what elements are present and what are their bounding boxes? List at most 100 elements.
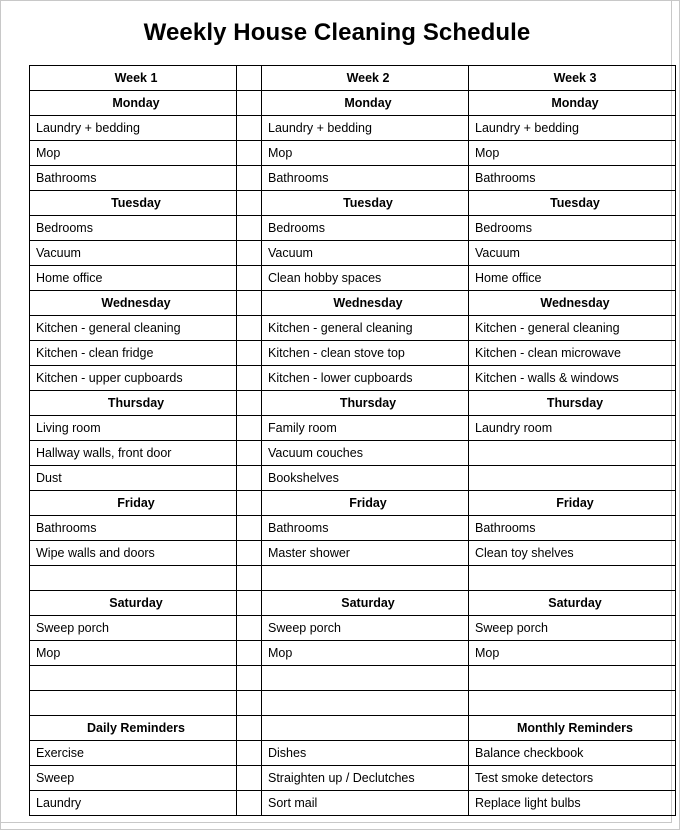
- task-cell[interactable]: Laundry: [29, 790, 237, 816]
- task-cell[interactable]: Bathrooms: [261, 165, 469, 191]
- section-header-row: Friday Friday Friday: [29, 490, 676, 516]
- task-cell[interactable]: Mop: [29, 140, 237, 166]
- task-cell[interactable]: Vacuum couches: [261, 440, 469, 466]
- task-cell[interactable]: Bathrooms: [29, 515, 237, 541]
- task-cell[interactable]: Home office: [468, 265, 676, 291]
- task-cell[interactable]: Wipe walls and doors: [29, 540, 237, 566]
- task-cell[interactable]: Sweep porch: [261, 615, 469, 641]
- empty-task-cell[interactable]: [468, 440, 676, 466]
- day-header-tuesday-week3: Tuesday: [468, 190, 676, 216]
- task-cell[interactable]: Vacuum: [468, 240, 676, 266]
- task-cell[interactable]: Sweep: [29, 765, 237, 791]
- task-cell[interactable]: Living room: [29, 415, 237, 441]
- task-cell[interactable]: Bookshelves: [261, 465, 469, 491]
- task-cell[interactable]: Clean hobby spaces: [261, 265, 469, 291]
- task-cell[interactable]: Master shower: [261, 540, 469, 566]
- task-cell[interactable]: Laundry + bedding: [29, 115, 237, 141]
- empty-task-cell[interactable]: [261, 565, 469, 591]
- task-cell[interactable]: Exercise: [29, 740, 237, 766]
- task-cell[interactable]: Bedrooms: [261, 215, 469, 241]
- task-cell[interactable]: Laundry + bedding: [261, 115, 469, 141]
- task-cell[interactable]: Dishes: [261, 740, 469, 766]
- empty-task-cell[interactable]: [468, 465, 676, 491]
- column-separator: [236, 290, 262, 316]
- empty-task-cell[interactable]: [29, 565, 237, 591]
- task-cell[interactable]: Laundry + bedding: [468, 115, 676, 141]
- column-separator: [236, 240, 262, 266]
- task-cell[interactable]: Bathrooms: [468, 515, 676, 541]
- task-cell[interactable]: Vacuum: [261, 240, 469, 266]
- task-cell[interactable]: Bathrooms: [468, 165, 676, 191]
- task-cell[interactable]: Vacuum: [29, 240, 237, 266]
- task-cell[interactable]: Kitchen - clean microwave: [468, 340, 676, 366]
- empty-task-cell[interactable]: [29, 690, 237, 716]
- task-cell[interactable]: Kitchen - clean stove top: [261, 340, 469, 366]
- task-row: Living room Family room Laundry room: [29, 415, 676, 441]
- document-page: Weekly House Cleaning Schedule Week 1 We…: [0, 0, 680, 830]
- task-cell[interactable]: Bathrooms: [261, 515, 469, 541]
- column-separator: [236, 515, 262, 541]
- day-header-monday-week3: Monday: [468, 90, 676, 116]
- task-row: Bathrooms Bathrooms Bathrooms: [29, 515, 676, 541]
- task-cell[interactable]: Bedrooms: [29, 215, 237, 241]
- task-cell[interactable]: Dust: [29, 465, 237, 491]
- column-separator: [236, 115, 262, 141]
- task-row: Bedrooms Bedrooms Bedrooms: [29, 215, 676, 241]
- column-separator: [236, 365, 262, 391]
- task-cell[interactable]: Sweep porch: [468, 615, 676, 641]
- task-cell[interactable]: Straighten up / Declutches: [261, 765, 469, 791]
- task-cell[interactable]: Balance checkbook: [468, 740, 676, 766]
- day-header-monday-week2: Monday: [261, 90, 469, 116]
- task-cell[interactable]: Mop: [29, 640, 237, 666]
- column-separator: [236, 65, 262, 91]
- column-separator: [236, 640, 262, 666]
- empty-task-cell[interactable]: [261, 665, 469, 691]
- week-header-row: Week 1 Week 2 Week 3: [29, 65, 676, 91]
- column-separator: [236, 265, 262, 291]
- day-header-saturday-week2: Saturday: [261, 590, 469, 616]
- task-cell[interactable]: Clean toy shelves: [468, 540, 676, 566]
- empty-task-cell[interactable]: [29, 665, 237, 691]
- task-row: Dust Bookshelves: [29, 465, 676, 491]
- empty-task-cell[interactable]: [468, 690, 676, 716]
- page-title: Weekly House Cleaning Schedule: [143, 19, 531, 46]
- task-cell[interactable]: Hallway walls, front door: [29, 440, 237, 466]
- task-cell[interactable]: Mop: [261, 140, 469, 166]
- column-separator: [236, 340, 262, 366]
- task-cell[interactable]: Bedrooms: [468, 215, 676, 241]
- task-cell[interactable]: Mop: [468, 640, 676, 666]
- task-cell[interactable]: Kitchen - upper cupboards: [29, 365, 237, 391]
- task-cell[interactable]: Mop: [468, 140, 676, 166]
- task-cell[interactable]: Kitchen - clean fridge: [29, 340, 237, 366]
- task-cell[interactable]: Laundry room: [468, 415, 676, 441]
- task-row: Sweep Straighten up / Declutches Test smok…: [29, 765, 676, 791]
- task-cell[interactable]: Kitchen - walls & windows: [468, 365, 676, 391]
- task-cell[interactable]: Sort mail: [261, 790, 469, 816]
- task-cell[interactable]: Kitchen - general cleaning: [29, 315, 237, 341]
- empty-task-cell[interactable]: [468, 665, 676, 691]
- day-header-friday-week3: Friday: [468, 490, 676, 516]
- task-row: Sweep porch Sweep porch Sweep porch: [29, 615, 676, 641]
- task-cell[interactable]: Kitchen - general cleaning: [468, 315, 676, 341]
- column-separator: [236, 690, 262, 716]
- task-cell[interactable]: Home office: [29, 265, 237, 291]
- day-header-blank-week2: [261, 715, 469, 741]
- day-header-monthly-reminders-week3: Monthly Reminders: [468, 715, 676, 741]
- task-cell[interactable]: Sweep porch: [29, 615, 237, 641]
- task-cell[interactable]: Test smoke detectors: [468, 765, 676, 791]
- task-cell[interactable]: Kitchen - lower cupboards: [261, 365, 469, 391]
- task-cell[interactable]: Family room: [261, 415, 469, 441]
- empty-task-cell[interactable]: [261, 690, 469, 716]
- section-header-row: Tuesday Tuesday Tuesday: [29, 190, 676, 216]
- task-row: Wipe walls and doors Master shower Clean t…: [29, 540, 676, 566]
- task-cell[interactable]: Mop: [261, 640, 469, 666]
- empty-task-cell[interactable]: [468, 565, 676, 591]
- cleaning-schedule-table: Week 1 Week 2 Week 3 Monday Monday Monday L…: [29, 65, 676, 816]
- column-separator: [236, 190, 262, 216]
- task-cell[interactable]: Bathrooms: [29, 165, 237, 191]
- task-cell[interactable]: Replace light bulbs: [468, 790, 676, 816]
- week-header-1: Week 1: [29, 65, 237, 91]
- day-header-thursday-week3: Thursday: [468, 390, 676, 416]
- section-header-row: Thursday Thursday Thursday: [29, 390, 676, 416]
- task-cell[interactable]: Kitchen - general cleaning: [261, 315, 469, 341]
